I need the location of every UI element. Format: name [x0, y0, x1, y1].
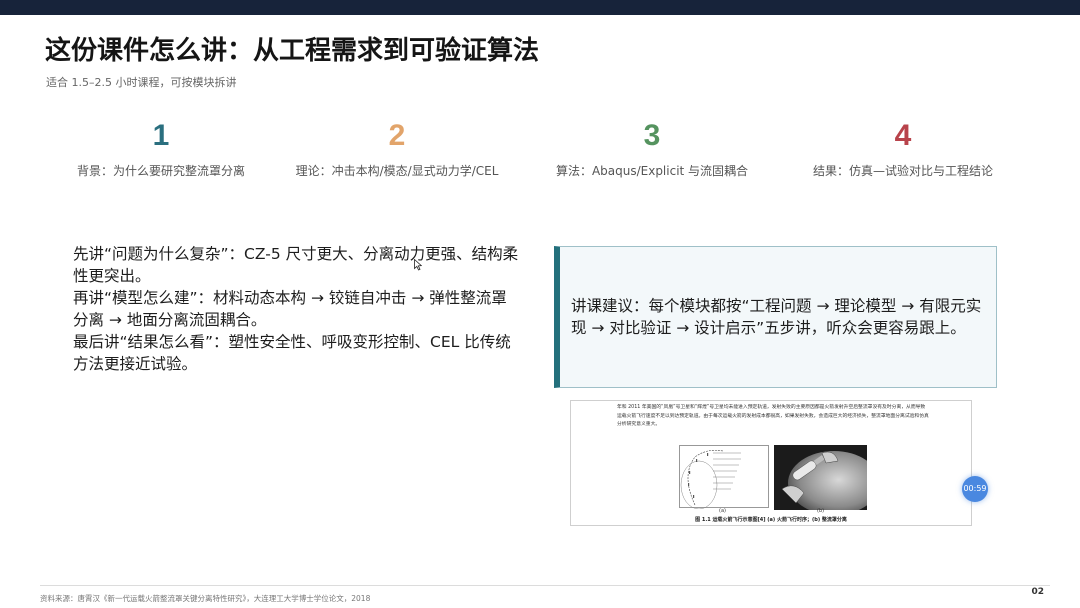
step-4: 4 结果：仿真—试验对比与工程结论 — [783, 116, 1023, 179]
step-label: 算法：Abaqus/Explicit 与流固耦合 — [555, 164, 749, 178]
thesis-figure-excerpt: 年和 2011 年美国的“凤凰”号卫星和“辉煌”号卫星均未能进入预定轨道，发射失… — [570, 400, 972, 526]
slide-subtitle: 适合 1.5–2.5 小时课程，可按模块拆讲 — [46, 76, 237, 89]
source-footnote: 资料来源：唐霄汉《新一代运载火箭整流罩关键分离特性研究》，大连理工大学博士学位论… — [40, 594, 371, 603]
subfigure-label-a: (a) — [719, 508, 726, 514]
figure-excerpt-text: 年和 2011 年美国的“凤凰”号卫星和“辉煌”号卫星均未能进入预定轨道，发射失… — [617, 405, 929, 428]
body-paragraph-3: 最后讲“结果怎么看”：塑性安全性、呼吸变形控制、CEL 比传统方法更接近试验。 — [73, 333, 511, 373]
top-bar — [0, 0, 1080, 15]
mouse-cursor-icon — [414, 259, 422, 271]
step-1: 1 背景：为什么要研究整流罩分离 — [41, 116, 281, 179]
step-number: 3 — [643, 119, 661, 152]
body-text: 先讲“问题为什么复杂”：CZ-5 尺寸更大、分离动力更强、结构柔性更突出。 再讲… — [73, 243, 519, 375]
step-label: 理论：冲击本构/模态/显式动力学/CEL — [295, 164, 499, 178]
flight-sequence-diagram — [679, 445, 769, 509]
step-label: 背景：为什么要研究整流罩分离 — [76, 164, 245, 178]
figure-caption: 图 1.1 运载火箭飞行示意图[4] (a) 火箭飞行时序；(b) 整流罩分离 — [695, 517, 847, 523]
subfigure-label-b: (b) — [817, 508, 825, 514]
footer-divider — [40, 585, 1050, 586]
callout-text: 讲课建议：每个模块都按“工程问题 → 理论模型 → 有限元实现 → 对比验证 →… — [571, 297, 982, 337]
step-3: 3 算法：Abaqus/Explicit 与流固耦合 — [532, 116, 772, 179]
step-2: 2 理论：冲击本构/模态/显式动力学/CEL — [277, 116, 517, 179]
step-number: 4 — [894, 119, 912, 152]
step-number: 1 — [152, 119, 170, 152]
body-paragraph-1: 先讲“问题为什么复杂”：CZ-5 尺寸更大、分离动力更强、结构柔性更突出。 — [73, 245, 519, 285]
body-paragraph-2: 再讲“模型怎么建”：材料动态本构 → 铰链自冲击 → 弹性整流罩分离 → 地面分… — [73, 289, 507, 329]
slide-title: 这份课件怎么讲：从工程需求到可验证算法 — [45, 36, 540, 66]
fairing-separation-photo — [774, 445, 867, 510]
step-number: 2 — [388, 119, 406, 152]
timer-badge[interactable]: 00:59 — [962, 476, 988, 502]
page-number: 02 — [1031, 587, 1044, 597]
teaching-tip-callout: 讲课建议：每个模块都按“工程问题 → 理论模型 → 有限元实现 → 对比验证 →… — [554, 246, 997, 388]
step-label: 结果：仿真—试验对比与工程结论 — [812, 164, 993, 178]
